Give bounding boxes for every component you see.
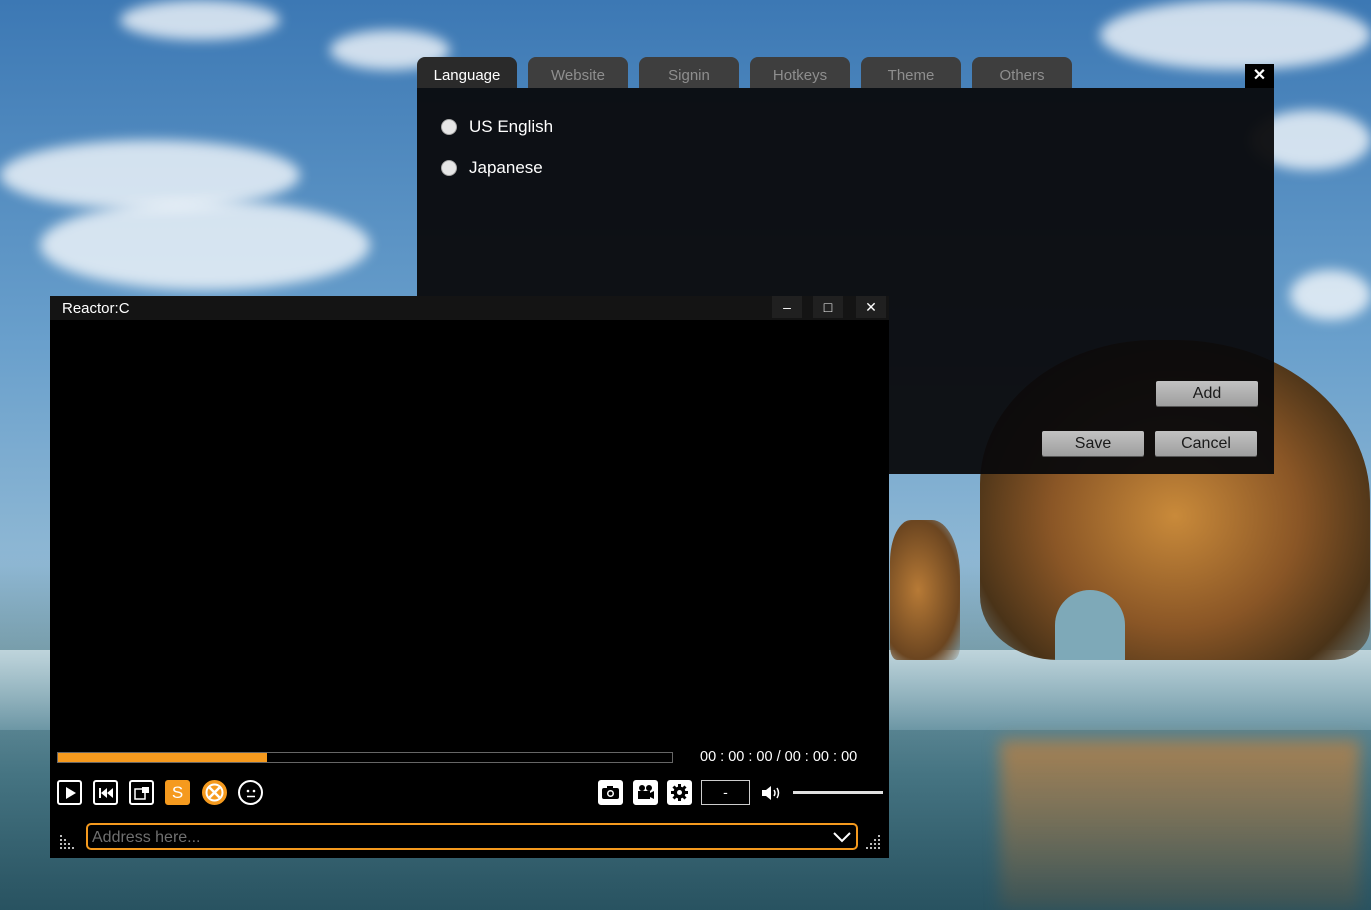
maximize-icon: □ <box>823 299 833 315</box>
maximize-button[interactable]: □ <box>813 296 843 318</box>
seek-bar-fill <box>58 753 267 762</box>
emoji-button[interactable] <box>238 780 263 805</box>
x-circle-icon <box>205 783 224 802</box>
tab-hotkeys[interactable]: Hotkeys <box>750 57 850 88</box>
tab-language[interactable]: Language <box>417 57 517 88</box>
save-button[interactable]: Save <box>1042 431 1144 456</box>
chevron-down-icon[interactable] <box>832 829 852 845</box>
player-titlebar[interactable]: Reactor:C – □ ✕ <box>50 296 889 320</box>
cancel-button[interactable]: Cancel <box>1155 431 1257 456</box>
skip-back-icon <box>98 787 113 798</box>
settings-tabbar: Language Website Signin Hotkeys Theme Ot… <box>417 57 1274 88</box>
tab-signin[interactable]: Signin <box>639 57 739 88</box>
s-button-label: S <box>171 782 184 802</box>
seek-bar[interactable] <box>57 752 673 763</box>
tab-others[interactable]: Others <box>972 57 1072 88</box>
camera-icon <box>602 786 619 799</box>
speed-field[interactable]: - <box>701 780 750 805</box>
address-bar <box>86 823 858 850</box>
cancel-circle-button[interactable] <box>202 780 227 805</box>
player-window: Reactor:C – □ ✕ 00 : 00 : 00 / 00 : 00 :… <box>50 296 889 858</box>
play-icon <box>65 786 76 799</box>
address-input[interactable] <box>90 826 824 849</box>
smiley-icon <box>246 789 255 797</box>
minimize-icon: – <box>783 299 791 315</box>
tab-theme[interactable]: Theme <box>861 57 961 88</box>
gear-icon <box>671 784 688 801</box>
language-option-label: Japanese <box>469 158 543 177</box>
close-button[interactable]: ✕ <box>856 296 886 318</box>
resize-grip-right-icon[interactable] <box>865 834 881 850</box>
volume-slider[interactable] <box>793 791 883 794</box>
snapshot-button[interactable] <box>598 780 623 805</box>
pip-button[interactable] <box>129 780 154 805</box>
close-icon: ✕ <box>865 299 877 315</box>
add-button[interactable]: Add <box>1156 381 1258 406</box>
language-option-label: US English <box>469 117 554 136</box>
tab-website[interactable]: Website <box>528 57 628 88</box>
s-button[interactable]: S <box>165 780 190 805</box>
close-icon: ✕ <box>1252 67 1267 84</box>
minimize-button[interactable]: – <box>772 296 802 318</box>
settings-close-button[interactable]: ✕ <box>1245 64 1274 88</box>
window-title: Reactor:C <box>62 300 130 317</box>
language-option-japanese[interactable]: Japanese <box>441 158 543 178</box>
time-display: 00 : 00 : 00 / 00 : 00 : 00 <box>700 749 858 765</box>
volume-button[interactable] <box>760 783 784 803</box>
video-area[interactable] <box>50 320 889 740</box>
resize-grip-left-icon[interactable] <box>59 834 75 850</box>
radio-button[interactable] <box>441 119 457 135</box>
record-button[interactable] <box>633 780 658 805</box>
language-option-us-english[interactable]: US English <box>441 117 553 137</box>
picture-in-picture-icon <box>133 786 149 800</box>
previous-button[interactable] <box>93 780 118 805</box>
speaker-icon <box>762 786 780 800</box>
settings-button[interactable] <box>667 780 692 805</box>
play-button[interactable] <box>57 780 82 805</box>
video-camera-icon <box>638 785 654 799</box>
radio-button[interactable] <box>441 160 457 176</box>
